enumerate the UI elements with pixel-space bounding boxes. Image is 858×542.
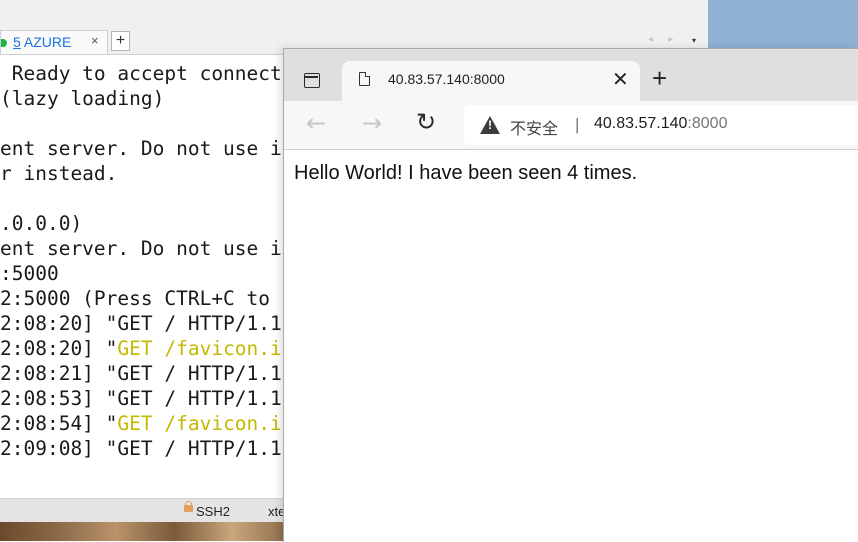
address-bar[interactable]: 不安全 | 40.83.57.140:8000 <box>464 105 858 145</box>
terminal-line: ent server. Do not use i <box>0 137 282 160</box>
terminal-line: :5000 <box>0 262 59 285</box>
terminal-line: 2:08:21] "GET / HTTP/1.1 <box>0 362 282 385</box>
terminal-line: 2:08:20] "GET / HTTP/1.1 <box>0 312 282 335</box>
address-separator: | <box>575 115 580 134</box>
add-tab-button[interactable]: + <box>111 31 130 51</box>
tab-menu-chevron-icon[interactable]: ▾ <box>692 36 696 45</box>
browser-window: 40.83.57.140:8000 ✕ + ← → ↻ 不安全 | 40.83.… <box>283 48 858 542</box>
page-message: Hello World! I have been seen 4 times. <box>294 162 638 184</box>
browser-toolbar: ← → ↻ 不安全 | 40.83.57.140:8000 <box>284 101 858 150</box>
browser-tab-strip: 40.83.57.140:8000 ✕ + <box>284 49 858 101</box>
terminal-highlighted-request: GET /favicon.i <box>117 337 282 360</box>
terminal-line: Ready to accept connect <box>0 62 282 85</box>
terminal-titlebar <box>0 0 708 29</box>
forward-arrow-icon[interactable]: → <box>362 109 382 137</box>
session-tab-number: 5 <box>13 34 21 50</box>
desktop-background <box>708 0 858 50</box>
back-arrow-icon[interactable]: ← <box>306 109 326 137</box>
close-icon[interactable]: × <box>91 33 99 48</box>
page-icon <box>359 72 370 86</box>
warning-icon[interactable] <box>480 116 500 134</box>
terminal-line: .0.0.0) <box>0 212 83 235</box>
protocol-label: SSH2 <box>196 504 230 519</box>
url-port: :8000 <box>687 115 728 132</box>
connected-status-icon <box>1 39 7 47</box>
new-tab-button[interactable]: + <box>652 63 667 94</box>
browser-tab-title: 40.83.57.140:8000 <box>388 71 505 87</box>
terminal-line: 2:08:53] "GET / HTTP/1.1 <box>0 387 282 410</box>
close-icon[interactable]: ✕ <box>612 67 629 92</box>
url-host: 40.83.57.140 <box>594 115 688 132</box>
session-tab-azure[interactable]: 5 AZURE × <box>0 30 108 54</box>
terminal-highlighted-request: GET /favicon.i <box>117 412 282 435</box>
session-tab-label: 5 AZURE <box>13 34 71 50</box>
terminal-line: (lazy loading) <box>0 87 165 110</box>
terminal-line: ent server. Do not use i <box>0 237 282 260</box>
page-content: Hello World! I have been seen 4 times. <box>284 150 858 542</box>
security-label[interactable]: 不安全 <box>510 115 558 139</box>
tab-scroll-arrows-icon[interactable]: ◂ ▸ <box>648 34 679 45</box>
terminal-line: 2:08:54] "GET /favicon.i <box>0 411 282 436</box>
url-text[interactable]: 40.83.57.140:8000 <box>594 115 727 133</box>
terminal-line: r instead. <box>0 162 118 185</box>
desktop-wallpaper-strip <box>0 522 290 541</box>
terminal-line: 2:5000 (Press CTRL+C to <box>0 287 282 310</box>
lock-icon <box>184 501 193 512</box>
terminal-line-prefix: 2:08:54] " <box>0 412 118 435</box>
session-tab-name: AZURE <box>23 34 72 50</box>
sidebar-icon[interactable] <box>304 73 320 88</box>
terminal-line-prefix: 2:08:20] " <box>0 337 118 360</box>
browser-tab[interactable]: 40.83.57.140:8000 ✕ <box>342 61 640 101</box>
terminal-line: 2:09:08] "GET / HTTP/1.1 <box>0 437 282 460</box>
terminal-line: 2:08:20] "GET /favicon.i <box>0 336 282 361</box>
reload-icon[interactable]: ↻ <box>416 108 436 136</box>
